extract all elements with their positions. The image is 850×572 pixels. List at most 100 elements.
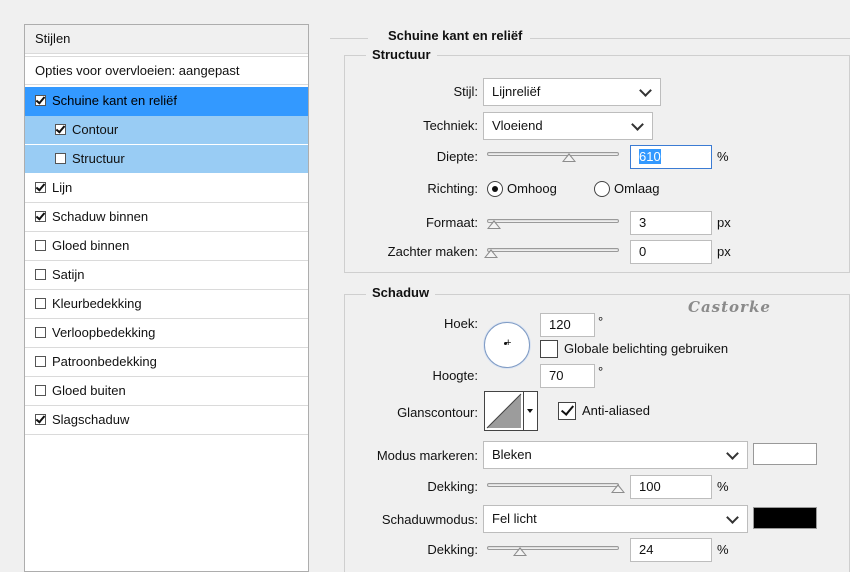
style-item[interactable]: Gloed buiten [25,377,308,406]
style-item-label: Lijn [52,180,73,195]
size-label: Formaat: [425,215,478,230]
structure-title: Structuur [366,47,437,62]
angle-label: Hoek: [444,316,478,331]
highlight-opacity-input[interactable]: 100 [630,475,712,499]
shadow-opacity-slider-thumb[interactable] [513,547,527,556]
soften-input[interactable]: 0 [630,240,712,264]
shading-title: Schaduw [366,285,436,300]
angle-dial-dot [504,342,507,345]
altitude-input[interactable]: 70 [540,364,595,388]
angle-dial[interactable]: + [484,322,530,368]
direction-down-label[interactable]: Omlaag [614,181,660,196]
angle-input[interactable]: 120 [540,313,595,337]
shadow-mode-value: Fel licht [492,511,537,526]
soften-slider-thumb[interactable] [484,249,498,258]
contour-curve-icon [486,393,522,429]
size-slider-thumb[interactable] [487,220,501,229]
highlight-opacity-slider-track[interactable] [487,483,619,487]
highlight-mode-value: Bleken [492,447,532,462]
anti-aliased-label[interactable]: Anti-aliased [582,403,650,418]
gloss-contour-preview[interactable] [484,391,524,431]
highlight-opacity-value: 100 [639,479,661,494]
shadow-color-swatch[interactable] [753,507,817,529]
size-slider-track[interactable] [487,219,619,223]
style-item-checkbox[interactable] [35,94,46,106]
style-item-checkbox[interactable] [55,152,66,164]
style-item-checkbox[interactable] [35,297,46,309]
technique-select[interactable]: Vloeiend [483,112,653,140]
size-unit: px [717,215,731,230]
style-item[interactable]: Verloopbedekking [25,319,308,348]
direction-up-label[interactable]: Omhoog [507,181,557,196]
style-item-label: Contour [72,122,119,137]
technique-select-value: Vloeiend [492,118,543,133]
highlight-opacity-slider-thumb[interactable] [611,484,625,493]
shadow-opacity-label: Dekking: [427,542,478,557]
style-select[interactable]: Lijnreliëf [483,78,661,106]
style-item-label: Satijn [52,267,85,282]
style-item-label: Schuine kant en reliëf [52,93,178,108]
style-item-checkbox[interactable] [35,268,46,280]
depth-slider-thumb[interactable] [562,153,576,162]
global-light-checkbox[interactable] [540,340,558,358]
style-item[interactable]: Slagschaduw [25,406,308,435]
size-value: 3 [639,215,647,230]
depth-slider-track[interactable] [487,152,619,156]
soften-slider-track[interactable] [487,248,619,252]
style-item-label: Patroonbedekking [52,354,157,369]
style-item-checkbox[interactable] [35,326,46,338]
gloss-contour-label: Glanscontour: [397,405,478,420]
bevel-title: Schuine kant en reliëf [368,28,531,43]
style-item[interactable]: Schuine kant en reliëf [25,87,308,116]
style-item[interactable]: Gloed binnen [25,232,308,261]
style-item-label: Kleurbedekking [52,296,142,311]
direction-down-radio[interactable] [594,181,610,197]
style-item[interactable]: Contour [25,116,308,145]
style-item-checkbox[interactable] [35,413,46,425]
style-item[interactable]: Kleurbedekking [25,290,308,319]
chevron-down-icon [639,84,652,97]
gloss-contour-dropdown[interactable] [524,391,538,431]
altitude-value: 70 [549,368,564,383]
style-item-checkbox[interactable] [55,123,66,135]
style-item-checkbox[interactable] [35,355,46,367]
style-item-label: Gloed buiten [52,383,126,398]
style-item[interactable]: Structuur [25,145,308,174]
style-item-checkbox[interactable] [35,239,46,251]
angle-value: 120 [549,317,571,332]
style-label: Stijl: [453,84,478,99]
soften-unit: px [717,244,731,259]
depth-value: 610 [639,149,661,164]
global-light-label[interactable]: Globale belichting gebruiken [564,341,728,356]
style-item-checkbox[interactable] [35,181,46,193]
highlight-mode-label: Modus markeren: [376,448,478,463]
highlight-opacity-label: Dekking: [427,479,478,494]
style-item[interactable]: Satijn [25,261,308,290]
size-input[interactable]: 3 [630,211,712,235]
shadow-opacity-slider-track[interactable] [487,546,619,550]
depth-unit: % [717,149,729,164]
style-item-label: Structuur [72,151,125,166]
styles-header-label: Stijlen [35,31,71,46]
depth-input[interactable]: 610 [630,145,712,169]
style-item-checkbox[interactable] [35,384,46,396]
styles-header[interactable]: Stijlen [25,25,308,54]
anti-aliased-checkbox[interactable] [558,402,576,420]
technique-label: Techniek: [423,118,478,133]
highlight-color-swatch[interactable] [753,443,817,465]
highlight-opacity-unit: % [717,479,729,494]
highlight-mode-select[interactable]: Bleken [483,441,748,469]
style-item-checkbox[interactable] [35,210,46,222]
soften-label: Zachter maken: [387,244,478,259]
style-select-value: Lijnreliëf [492,84,541,99]
shadow-opacity-input[interactable]: 24 [630,538,712,562]
watermark-text: Castorke [688,298,771,316]
style-item-label: Verloopbedekking [52,325,156,340]
shadow-mode-select[interactable]: Fel licht [483,505,748,533]
style-item-label: Schaduw binnen [52,209,149,224]
blend-options-item[interactable]: Opties voor overvloeien: aangepast [25,56,308,85]
style-item[interactable]: Lijn [25,174,308,203]
style-item[interactable]: Patroonbedekking [25,348,308,377]
style-item[interactable]: Schaduw binnen [25,203,308,232]
direction-up-radio[interactable] [487,181,503,197]
